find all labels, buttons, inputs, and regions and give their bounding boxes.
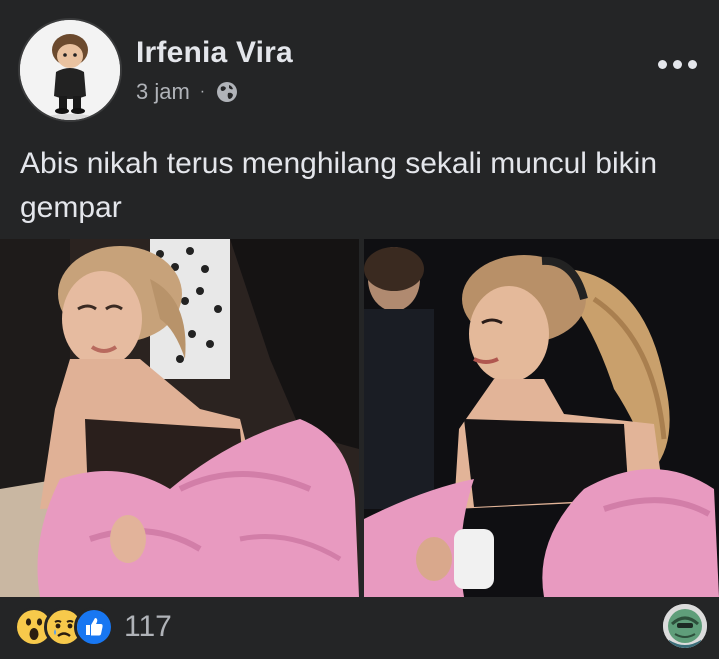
meta-separator: · [199,83,206,100]
reaction-count: 117 [124,610,172,643]
commenter-avatar[interactable] [663,604,707,648]
post-meta: 3 jam · [136,78,239,106]
post-photo-right[interactable] [364,239,719,597]
like-reaction-icon [74,607,114,647]
post-timestamp[interactable]: 3 jam [136,79,190,105]
avatar-cartoon-icon [20,20,120,120]
globe-icon[interactable] [215,80,239,104]
reactions-bar[interactable]: 117 [14,606,172,648]
post-card: Irfenia Vira 3 jam · Abis nikah terus me… [0,0,719,659]
more-dots-icon [657,59,667,69]
more-options-button[interactable] [653,48,701,80]
author-avatar[interactable] [18,18,122,122]
post-text: Abis nikah terus menghilang sekali muncu… [20,147,658,224]
post-photo-left[interactable] [0,239,359,597]
commenter-avatar-icon [663,604,707,648]
author-name[interactable]: Irfenia Vira [136,36,293,70]
photo-left-image [0,239,359,597]
photo-right-image [364,239,719,597]
